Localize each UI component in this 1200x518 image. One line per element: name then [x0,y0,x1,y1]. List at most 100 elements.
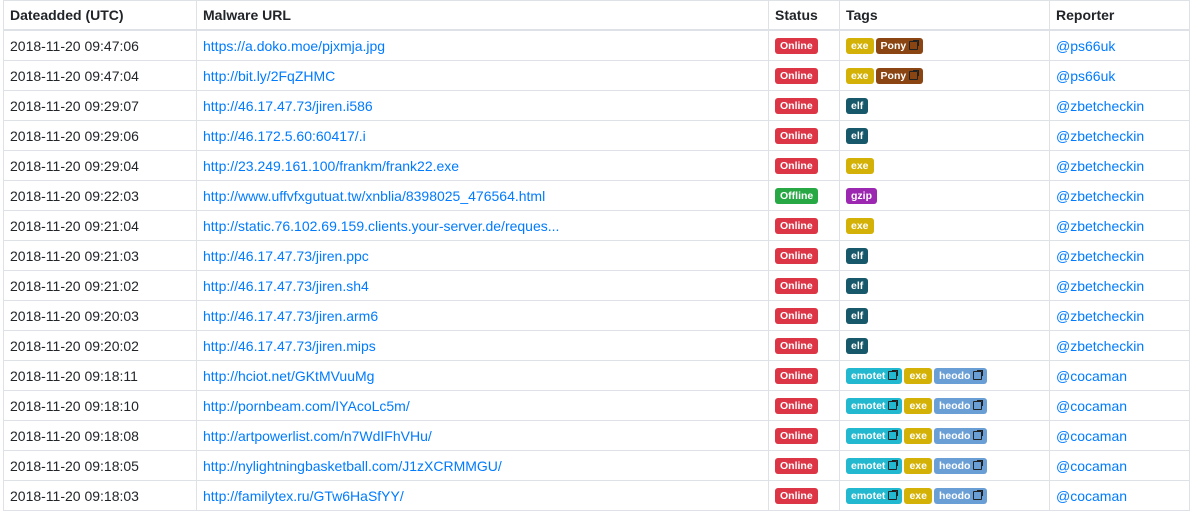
cell-tags: elf [839,330,1050,361]
cell-malware-url: http://hciot.net/GKtMVuuMg [196,360,769,391]
reporter-link[interactable]: @zbetcheckin [1056,128,1144,144]
malware-url-link[interactable]: http://nylightningbasketball.com/J1zXCRM… [203,458,502,474]
status-badge: Online [775,458,818,475]
tag-badge-heodo[interactable]: heodo [933,428,988,445]
tag-badge-exe[interactable]: exe [846,38,874,55]
header-malware-url[interactable]: Malware URL [196,0,769,31]
external-link-icon [973,490,984,501]
malware-url-link[interactable]: http://familytex.ru/GTw6HaSfYY/ [203,488,404,504]
tag-badge-heodo[interactable]: heodo [933,398,988,415]
tag-badge-elf[interactable]: elf [846,128,869,145]
reporter-link[interactable]: @zbetcheckin [1056,308,1144,324]
reporter-link[interactable]: @zbetcheckin [1056,248,1144,264]
reporter-link[interactable]: @cocaman [1056,368,1127,384]
tag-label: heodo [938,430,971,443]
tag-badge-emotet[interactable]: emotet [846,488,903,505]
malware-url-link[interactable]: http://46.17.47.73/jiren.mips [203,338,376,354]
reporter-link[interactable]: @cocaman [1056,398,1127,414]
tag-badge-emotet[interactable]: emotet [846,428,903,445]
cell-tags: exe [839,210,1050,241]
tag-label: heodo [938,490,971,503]
status-badge: Online [775,218,818,235]
tag-badge-elf[interactable]: elf [846,338,869,355]
tag-label: exe [851,220,869,233]
tag-badge-exe[interactable]: exe [846,68,874,85]
tag-badge-elf[interactable]: elf [846,98,869,115]
reporter-link[interactable]: @zbetcheckin [1056,188,1144,204]
cell-reporter: @cocaman [1049,390,1190,421]
cell-tags: exe Pony [839,29,1050,61]
tag-badge-elf[interactable]: elf [846,308,869,325]
header-tags[interactable]: Tags [839,0,1050,31]
tag-badge-emotet[interactable]: emotet [846,398,903,415]
external-link-icon [973,430,984,441]
tag-badge-heodo[interactable]: heodo [933,488,988,505]
malware-url-link[interactable]: http://46.17.47.73/jiren.i586 [203,98,373,114]
tag-badge-pony[interactable]: Pony [875,38,924,55]
status-badge: Online [775,68,818,85]
reporter-link[interactable]: @ps66uk [1056,68,1115,84]
cell-dateadded: 2018-11-20 09:47:04 [3,60,197,91]
cell-dateadded: 2018-11-20 09:21:04 [3,210,197,241]
malware-url-link[interactable]: http://bit.ly/2FqZHMC [203,68,335,84]
external-link-icon [909,70,920,81]
cell-dateadded: 2018-11-20 09:21:03 [3,240,197,271]
external-link-icon [973,400,984,411]
tag-badge-elf[interactable]: elf [846,248,869,265]
reporter-link[interactable]: @cocaman [1056,458,1127,474]
tag-badge-gzip[interactable]: gzip [846,188,877,205]
reporter-link[interactable]: @zbetcheckin [1056,98,1144,114]
cell-status: Online [768,210,840,241]
tag-badge-exe[interactable]: exe [904,428,932,445]
malware-url-link[interactable]: http://hciot.net/GKtMVuuMg [203,368,374,384]
malware-url-link[interactable]: http://46.17.47.73/jiren.sh4 [203,278,369,294]
reporter-link[interactable]: @cocaman [1056,488,1127,504]
tag-badge-emotet[interactable]: emotet [846,458,903,475]
tag-badge-exe[interactable]: exe [846,218,874,235]
malware-url-link[interactable]: http://46.172.5.60:60417/.i [203,128,366,144]
tag-badge-exe[interactable]: exe [904,488,932,505]
malware-url-link[interactable]: http://pornbeam.com/IYAcoLc5m/ [203,398,410,414]
cell-malware-url: http://nylightningbasketball.com/J1zXCRM… [196,450,769,481]
malware-url-link[interactable]: http://artpowerlist.com/n7WdIFhVHu/ [203,428,432,444]
reporter-link[interactable]: @zbetcheckin [1056,218,1144,234]
status-badge: Online [775,428,818,445]
tag-badge-heodo[interactable]: heodo [933,458,988,475]
header-reporter[interactable]: Reporter [1049,0,1190,31]
reporter-link[interactable]: @cocaman [1056,428,1127,444]
tag-badge-exe[interactable]: exe [904,398,932,415]
tag-label: gzip [851,190,872,203]
reporter-link[interactable]: @zbetcheckin [1056,158,1144,174]
reporter-link[interactable]: @zbetcheckin [1056,278,1144,294]
tag-label: heodo [938,400,971,413]
status-badge: Online [775,248,818,265]
reporter-link[interactable]: @ps66uk [1056,38,1115,54]
cell-status: Online [768,330,840,361]
reporter-link[interactable]: @zbetcheckin [1056,338,1144,354]
cell-reporter: @zbetcheckin [1049,330,1190,361]
tag-badge-exe[interactable]: exe [846,158,874,175]
malware-url-link[interactable]: http://46.17.47.73/jiren.arm6 [203,308,378,324]
tag-badge-exe[interactable]: exe [904,368,932,385]
cell-tags: emotet exe heodo [839,480,1050,511]
header-dateadded[interactable]: Dateadded (UTC) [3,0,197,31]
tag-label: emotet [851,460,886,473]
tag-badge-emotet[interactable]: emotet [846,368,903,385]
malware-url-link[interactable]: https://a.doko.moe/pjxmja.jpg [203,38,385,54]
tag-badge-elf[interactable]: elf [846,278,869,295]
table-body: 2018-11-20 09:47:06 https://a.doko.moe/pj… [3,29,1190,511]
malware-url-link[interactable]: http://23.249.161.100/frankm/frank22.exe [203,158,459,174]
tag-badge-pony[interactable]: Pony [875,68,924,85]
cell-malware-url: http://static.76.102.69.159.clients.your… [196,210,769,241]
tag-badge-exe[interactable]: exe [904,458,932,475]
cell-dateadded: 2018-11-20 09:18:05 [3,450,197,481]
header-status[interactable]: Status [768,0,840,31]
malware-url-link[interactable]: http://46.17.47.73/jiren.ppc [203,248,369,264]
external-link-icon [909,40,920,51]
malware-url-link[interactable]: http://static.76.102.69.159.clients.your… [203,218,559,234]
tag-badge-heodo[interactable]: heodo [933,368,988,385]
cell-tags: elf [839,120,1050,151]
malware-url-link[interactable]: http://www.uffvfxgutuat.tw/xnblia/839802… [203,188,545,204]
cell-dateadded: 2018-11-20 09:29:06 [3,120,197,151]
status-badge: Online [775,98,818,115]
